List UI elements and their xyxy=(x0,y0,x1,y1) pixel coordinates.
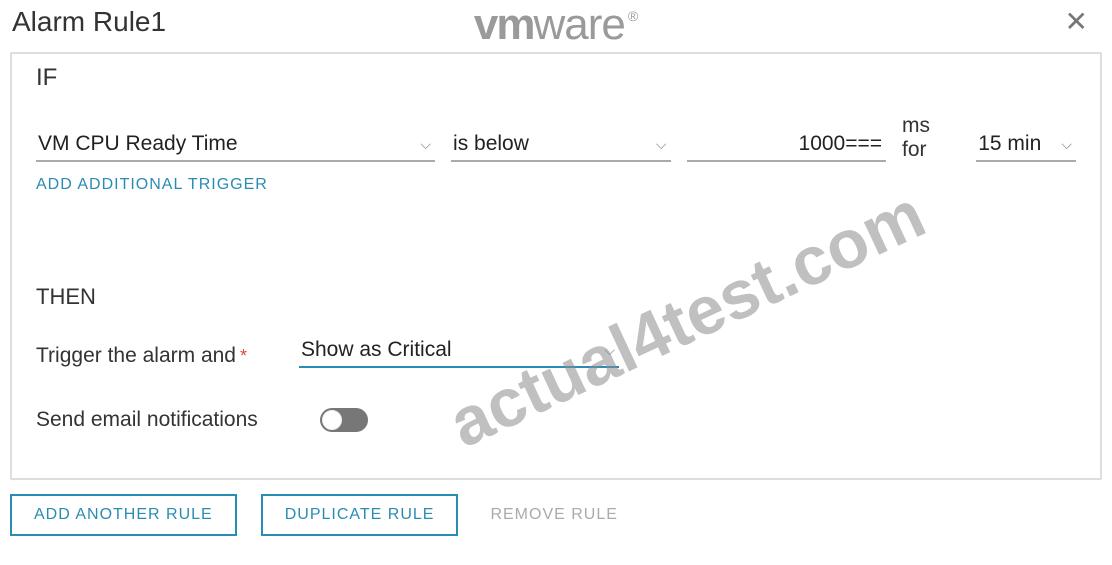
trigger-row: VM CPU Ready Time ⌵ is below ⌵ 1000=== m… xyxy=(36,114,1076,162)
add-another-rule-button[interactable]: ADD ANOTHER RULE xyxy=(10,494,237,536)
toggle-knob xyxy=(322,410,342,430)
email-notif-label: Send email notifications xyxy=(36,408,258,432)
if-label: IF xyxy=(36,64,1076,92)
duplicate-rule-button[interactable]: DUPLICATE RULE xyxy=(261,494,459,536)
chevron-down-icon: ⌵ xyxy=(656,136,667,153)
chevron-down-icon: ⌵ xyxy=(604,342,615,359)
close-icon[interactable]: ✕ xyxy=(1057,4,1096,40)
threshold-value: 1000=== xyxy=(799,132,883,156)
unit-label: ms for xyxy=(902,114,960,162)
footer-actions: ADD ANOTHER RULE DUPLICATE RULE REMOVE R… xyxy=(0,488,1112,542)
metric-value: VM CPU Ready Time xyxy=(38,132,238,156)
then-label: THEN xyxy=(36,284,1076,310)
trigger-alarm-label: Trigger the alarm and* xyxy=(36,344,247,368)
rule-panel: IF VM CPU Ready Time ⌵ is below ⌵ 1000==… xyxy=(10,52,1102,480)
duration-value: 15 min xyxy=(978,132,1041,156)
add-additional-trigger-link[interactable]: ADD ADDITIONAL TRIGGER xyxy=(36,176,1076,194)
page-title: Alarm Rule1 xyxy=(12,6,166,38)
duration-select[interactable]: 15 min ⌵ xyxy=(976,130,1076,162)
remove-rule-button: REMOVE RULE xyxy=(482,496,625,534)
chevron-down-icon: ⌵ xyxy=(420,136,431,153)
threshold-input[interactable]: 1000=== xyxy=(687,130,887,162)
email-notif-toggle[interactable] xyxy=(320,408,368,432)
metric-select[interactable]: VM CPU Ready Time ⌵ xyxy=(36,130,435,162)
chevron-down-icon: ⌵ xyxy=(1061,136,1072,153)
severity-value: Show as Critical xyxy=(301,338,452,362)
condition-value: is below xyxy=(453,132,529,156)
severity-select[interactable]: Show as Critical ⌵ xyxy=(299,336,619,368)
condition-select[interactable]: is below ⌵ xyxy=(451,130,670,162)
